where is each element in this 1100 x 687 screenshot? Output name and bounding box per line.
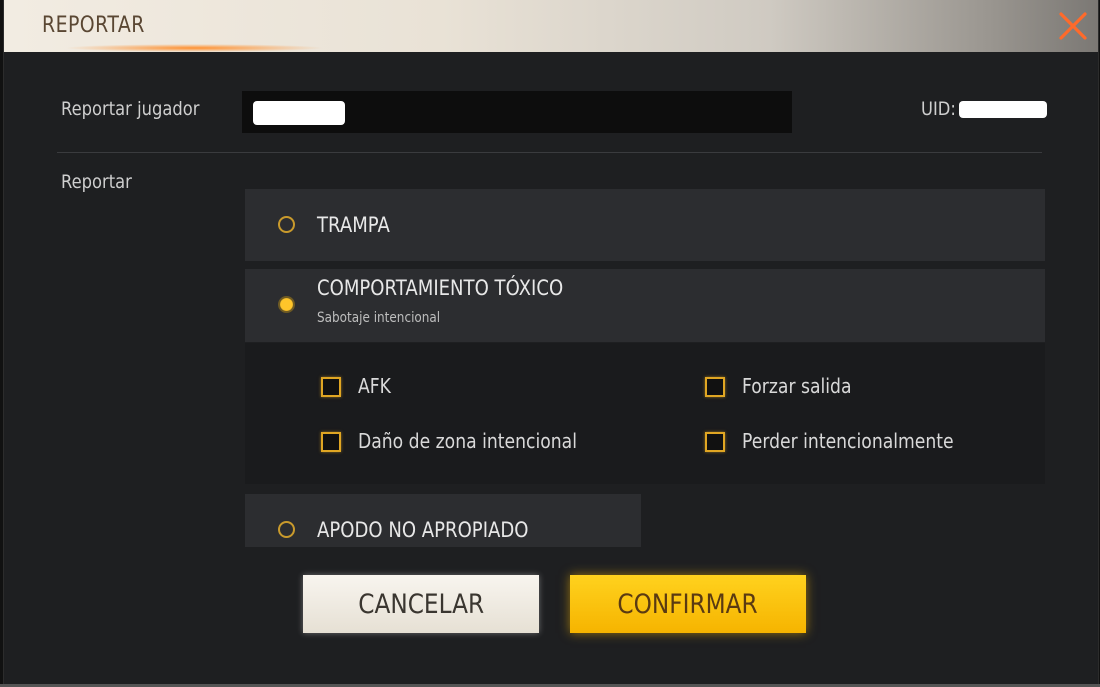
title-glow <box>64 44 324 52</box>
checkbox-label-forzar-salida: Forzar salida <box>742 374 852 398</box>
sub-options-panel: AFK Forzar salida Daño de zona intencion… <box>245 343 1045 484</box>
radio-button[interactable] <box>278 521 295 538</box>
checkbox-forzar-salida[interactable] <box>705 377 725 397</box>
player-name-field <box>242 91 792 133</box>
option-label: TRAMPA <box>317 213 390 237</box>
dialog-title: REPORTAR <box>42 13 145 38</box>
report-dialog: REPORTAR Reportar jugador UID: Reportar … <box>3 0 1099 684</box>
cancel-button-label: CANCELAR <box>358 588 484 620</box>
checkbox-perder-intencionalmente[interactable] <box>705 432 725 452</box>
option-label: COMPORTAMIENTO TÓXICO <box>317 276 564 300</box>
option-sublabel: Sabotaje intencional <box>317 310 441 326</box>
close-button[interactable] <box>1048 0 1098 52</box>
checkbox-label-dano-zona: Daño de zona intencional <box>358 429 577 453</box>
player-label: Reportar jugador <box>61 98 200 120</box>
checkbox-dano-zona[interactable] <box>321 432 341 452</box>
cancel-button[interactable]: CANCELAR <box>303 575 539 633</box>
confirm-button-label: CONFIRMAR <box>617 588 759 620</box>
title-bar: REPORTAR <box>4 0 1098 52</box>
divider <box>57 152 1042 153</box>
radio-button-selected[interactable] <box>278 296 295 313</box>
report-section-label: Reportar <box>61 171 132 193</box>
option-label: APODO NO APROPIADO <box>317 518 529 542</box>
radio-button[interactable] <box>278 216 295 233</box>
report-option-apodo-no-apropiado[interactable]: APODO NO APROPIADO <box>245 494 641 547</box>
report-option-comportamiento-toxico[interactable]: COMPORTAMIENTO TÓXICO Sabotaje intencion… <box>245 269 1045 342</box>
checkbox-label-afk: AFK <box>358 374 391 398</box>
close-icon <box>1059 12 1087 40</box>
report-option-trampa[interactable]: TRAMPA <box>245 189 1045 261</box>
checkbox-afk[interactable] <box>321 377 341 397</box>
checkbox-label-perder-intencionalmente: Perder intencionalmente <box>742 429 954 453</box>
confirm-button[interactable]: CONFIRMAR <box>570 575 806 633</box>
redacted-uid <box>959 101 1047 118</box>
uid-label: UID: <box>921 98 956 120</box>
redacted-player-name <box>253 101 345 125</box>
